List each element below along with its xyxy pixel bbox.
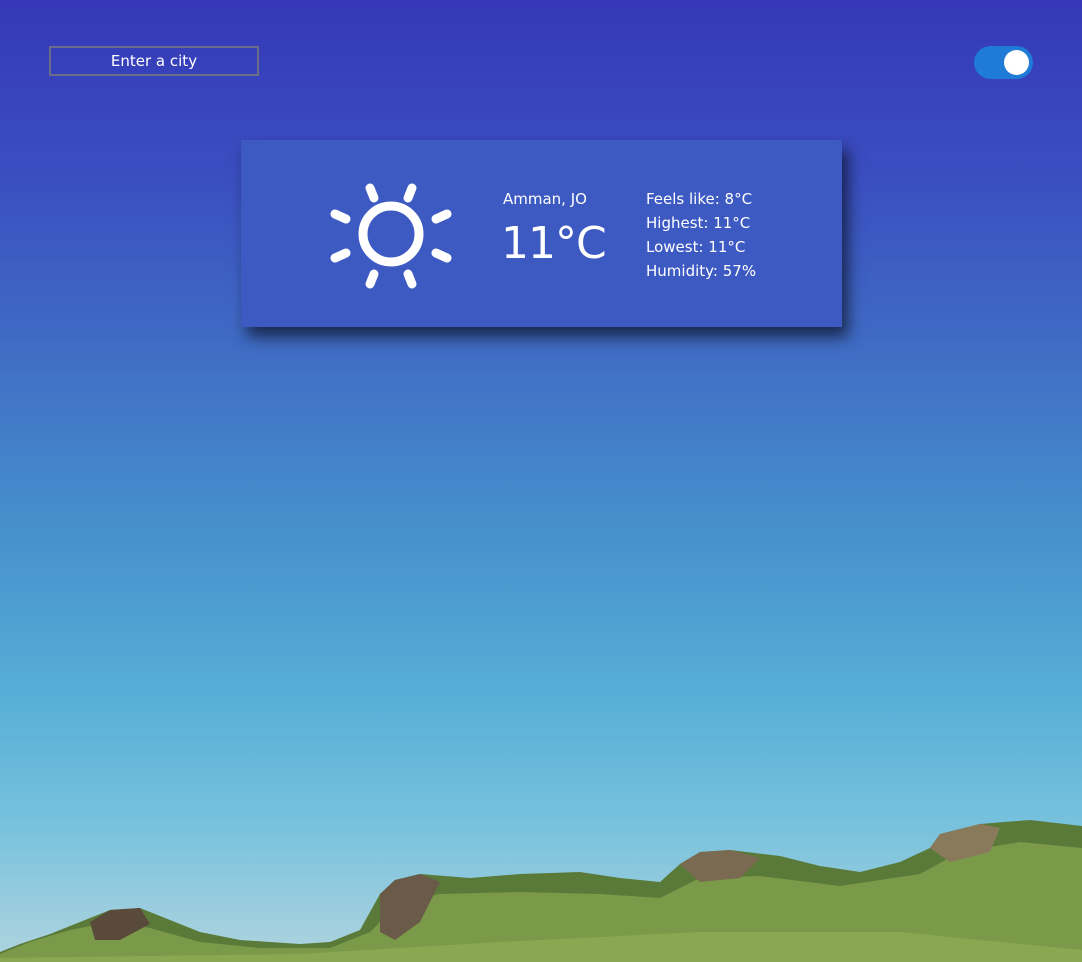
weather-details: Feels like: 8°C Highest: 11°C Lowest: 11… — [646, 187, 756, 283]
highest-temp: Highest: 11°C — [646, 214, 751, 232]
hills-landscape — [0, 820, 1082, 962]
feels-like: Feels like: 8°C — [646, 190, 753, 208]
lowest-temp: Lowest: 11°C — [646, 238, 746, 256]
location-label: Amman, JO — [503, 190, 587, 208]
weather-card: Amman, JO 11°C Feels like: 8°C Highest: … — [241, 140, 842, 327]
theme-toggle-switch[interactable] — [974, 46, 1033, 79]
sun-icon — [330, 183, 452, 289]
city-search-input[interactable] — [49, 46, 259, 76]
temperature-value: 11°C — [501, 218, 607, 269]
humidity: Humidity: 57% — [646, 262, 757, 280]
toggle-knob — [1004, 50, 1029, 75]
